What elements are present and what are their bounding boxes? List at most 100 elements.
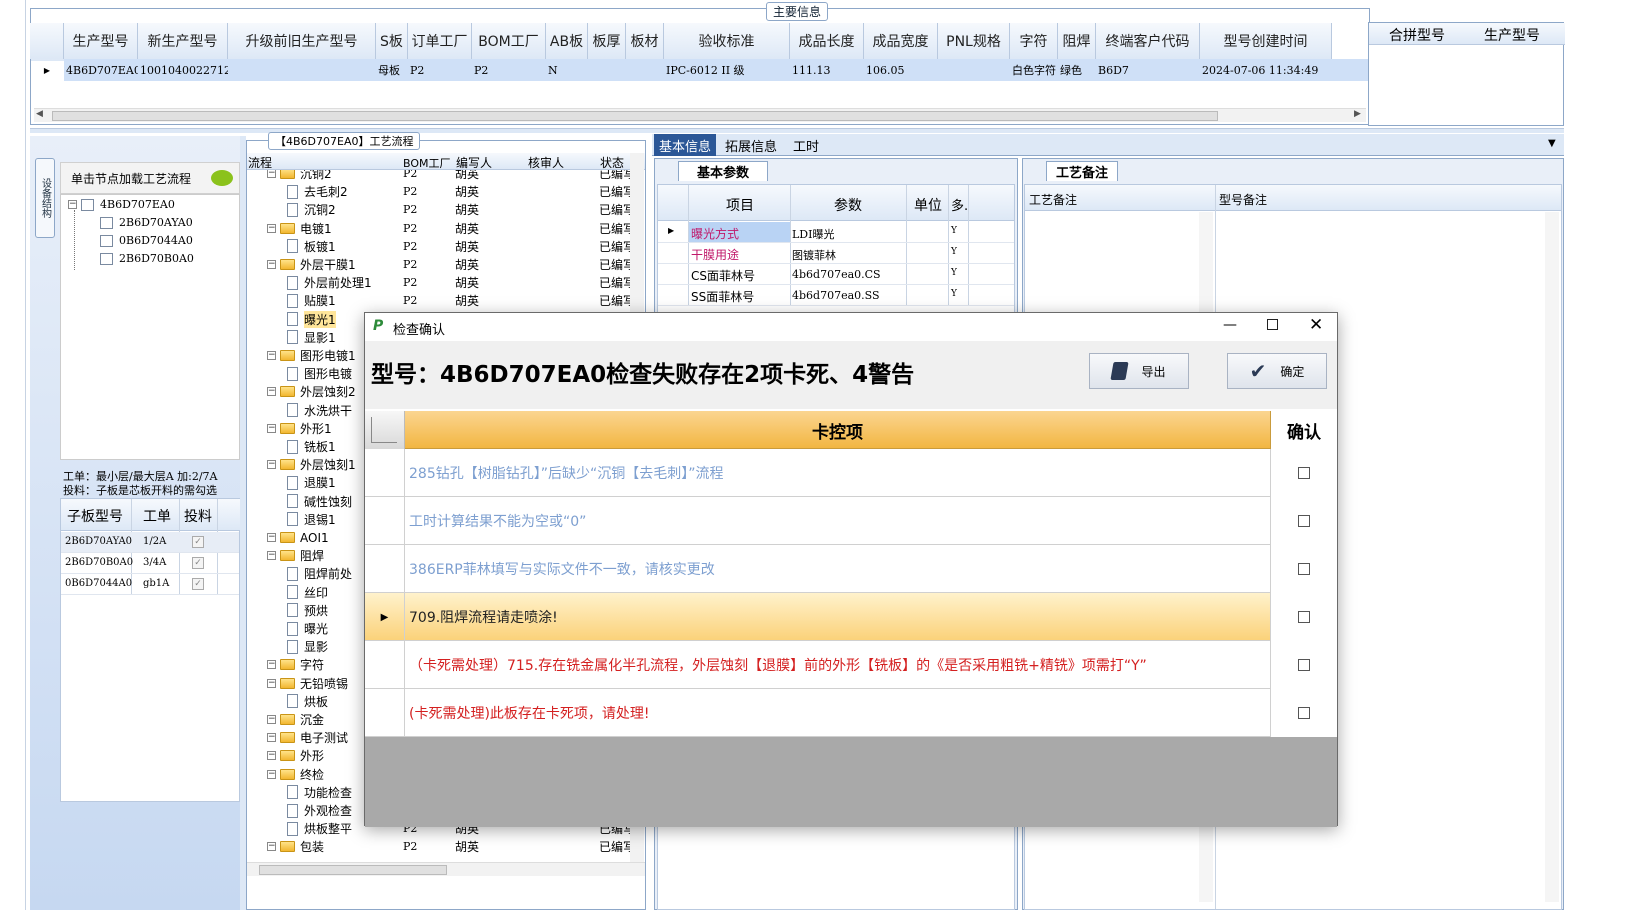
process-row[interactable]: − 电镀1 P2 胡英 已编写 [247, 219, 632, 238]
folder-icon [280, 222, 295, 234]
remarks-tab[interactable]: 工艺备注 [1046, 161, 1118, 181]
control-item-row[interactable]: 工时计算结果不能为空或“0” [365, 497, 1337, 545]
maximize-icon[interactable] [1267, 319, 1278, 330]
ok-button[interactable]: ✔ 确定 [1227, 353, 1327, 389]
confirm-checkbox[interactable] [1298, 659, 1310, 671]
basic-param-row[interactable]: SS面菲林号 4b6d707ea0.SS Y [658, 285, 1014, 306]
horizontal-splitter[interactable] [30, 128, 1564, 133]
main-cell[interactable]: P2 [474, 59, 546, 81]
collapse-icon[interactable]: − [267, 769, 276, 779]
control-item-row[interactable]: 386ERP菲林填写与实际文件不一致，请核实更改 [365, 545, 1337, 593]
main-cell[interactable]: IPC-6012 II 级 [666, 59, 790, 81]
process-row[interactable]: 板镀1 P2 胡英 已编写 [247, 237, 632, 256]
control-item-row[interactable]: ▶ 709.阻焊流程请走喷涂! [365, 593, 1337, 641]
collapse-icon[interactable]: − [267, 351, 276, 360]
main-cell[interactable]: 2024-07-06 11:34:49 [1202, 59, 1332, 81]
param-multi: Y [951, 247, 957, 257]
feed-checkbox[interactable]: ✓ [192, 536, 204, 548]
sub-board-row[interactable]: 2B6D70B0A0 3/4A ✓ [61, 553, 239, 574]
main-cell[interactable]: 白色字符 [1012, 59, 1058, 81]
collapse-icon[interactable]: − [267, 733, 276, 743]
process-row[interactable]: − 沉铜2 P2 胡英 已编写 [247, 170, 632, 183]
collapse-icon[interactable]: − [267, 678, 276, 688]
collapse-icon[interactable]: − [267, 260, 276, 269]
param-multi: Y [951, 226, 957, 236]
feed-checkbox[interactable]: ✓ [192, 578, 204, 590]
process-row[interactable]: 外层前处理1 P2 胡英 已编写 [247, 273, 632, 292]
remarks-scrollbar-2[interactable] [1545, 212, 1559, 902]
control-item-row[interactable]: 285钻孔【树脂钻孔】”后缺少“沉铜【去毛刺】”流程 [365, 449, 1337, 497]
collapse-icon[interactable]: − [267, 533, 276, 542]
confirm-checkbox[interactable] [1298, 707, 1310, 719]
main-cell[interactable]: 106.05 [866, 59, 938, 81]
tree-child-3[interactable]: 2B6D70B0A0 [100, 252, 194, 265]
collapse-icon[interactable]: − [68, 200, 77, 209]
close-icon[interactable]: ✕ [1309, 315, 1323, 335]
main-cell[interactable]: P2 [410, 59, 472, 81]
collapse-icon[interactable]: − [267, 423, 276, 433]
collapse-icon[interactable]: − [267, 170, 276, 178]
control-item-row[interactable]: （卡死需处理）715.存在铣金属化半孔流程，外层蚀刻【退膜】前的外形【铣板】的《… [365, 641, 1337, 689]
confirm-checkbox[interactable] [1298, 611, 1310, 623]
confirm-checkbox[interactable] [1298, 515, 1310, 527]
process-row[interactable]: 贴膜1 P2 胡英 已编写 [247, 291, 632, 310]
scroll-left-arrow[interactable]: ◀ [36, 109, 43, 119]
scroll-thumb[interactable] [52, 111, 1218, 121]
confirm-checkbox[interactable] [1298, 563, 1310, 575]
sub-board-row[interactable]: 0B6D7044A0 gb1A ✓ [61, 574, 239, 595]
collapse-icon[interactable]: − [267, 751, 276, 761]
main-h-scrollbar[interactable]: ◀ ▶ [34, 108, 1366, 122]
process-row[interactable]: 沉铜2 P2 胡英 已编写 [247, 200, 632, 219]
minimize-icon[interactable]: — [1223, 317, 1237, 333]
process-name: 铣板1 [304, 440, 336, 454]
main-cell[interactable] [590, 59, 626, 81]
main-cell[interactable]: 10010400227122 [140, 59, 228, 81]
collapse-icon[interactable]: − [267, 223, 276, 233]
basic-param-row[interactable]: ▶ 曝光方式 LDI曝光 Y [658, 222, 1014, 243]
feed-checkbox[interactable]: ✓ [192, 557, 204, 569]
collapse-icon[interactable]: − [267, 715, 276, 724]
main-cell[interactable]: 4B6D707EA0 [66, 59, 138, 81]
scroll-right-arrow[interactable]: ▶ [1354, 109, 1361, 119]
basic-param-row[interactable]: 干膜用途 图镀菲林 Y [658, 243, 1014, 264]
tab-basic-info[interactable]: 基本信息 [654, 134, 716, 156]
main-cell[interactable]: 绿色 [1060, 59, 1096, 81]
sub-board-row[interactable]: 2B6D70AYA0 1/2A ✓ [61, 532, 239, 553]
tree-child-1[interactable]: 2B6D70AYA0 [100, 216, 193, 229]
process-col-bom: BOM工厂 [403, 157, 451, 170]
main-cell[interactable]: N [548, 59, 588, 81]
vertical-tab-structure[interactable]: 设备结构 [35, 158, 55, 238]
collapse-icon[interactable]: − [267, 551, 276, 561]
folder-icon [280, 259, 295, 270]
collapse-icon[interactable]: − [267, 660, 276, 670]
tree-child-2[interactable]: 0B6D7044A0 [100, 234, 193, 247]
collapse-icon[interactable]: − [267, 842, 276, 852]
collapse-icon[interactable]: − [267, 387, 276, 397]
collapse-icon[interactable]: − [267, 460, 276, 470]
confirm-checkbox[interactable] [1298, 467, 1310, 479]
basic-param-row[interactable]: CS面菲林号 4b6d707ea0.CS Y [658, 264, 1014, 285]
main-cell[interactable]: B6D7 [1098, 59, 1200, 81]
process-name: 沉金 [300, 713, 325, 727]
control-item-row[interactable]: (卡死需处理)此板存在卡死项，请处理! [365, 689, 1337, 737]
process-scroll-thumb[interactable] [259, 865, 447, 875]
tab-extended-info[interactable]: 拓展信息 [720, 134, 782, 156]
tab-work-hours[interactable]: 工时 [786, 134, 826, 156]
row-indicator-icon: ▶ [43, 65, 51, 75]
process-row[interactable]: 去毛刺2 P2 胡英 已编写 [247, 182, 632, 201]
process-col-status: 状态 [600, 156, 625, 170]
process-row[interactable]: − 外层干膜1 P2 胡英 已编写 [247, 255, 632, 274]
main-cell[interactable]: 111.13 [792, 59, 864, 81]
process-h-scrollbar[interactable] [247, 862, 645, 876]
dropdown-arrow-icon[interactable]: ▼ [1548, 138, 1556, 149]
process-row[interactable]: − 包装 P2 胡英 已编写 [247, 837, 632, 856]
main-cell[interactable]: 母板 [378, 59, 408, 81]
process-col-auditor: 核审人 [528, 156, 565, 170]
select-all-corner[interactable] [365, 411, 405, 449]
export-button[interactable]: 导出 [1089, 353, 1189, 389]
main-cell[interactable] [230, 59, 376, 81]
main-cell[interactable] [940, 59, 1010, 81]
main-cell[interactable] [628, 59, 664, 81]
tree-root[interactable]: −4B6D707EA0 [68, 198, 175, 211]
main-info-row[interactable]: ▶4B6D707EA010010400227122母板P2P2NIPC-6012… [30, 23, 1370, 83]
